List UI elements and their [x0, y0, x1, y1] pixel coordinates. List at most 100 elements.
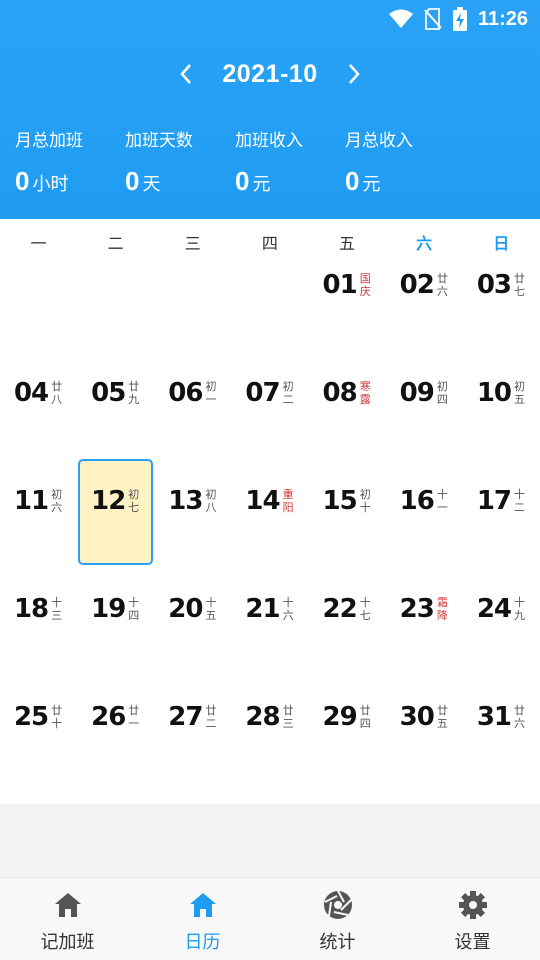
- day-number: 27: [168, 702, 203, 732]
- calendar-day[interactable]: 10 初五: [463, 349, 540, 457]
- stat-label: 月总加班: [15, 131, 83, 151]
- calendar-day[interactable]: 12 初七: [77, 457, 154, 565]
- day-number: 08: [322, 378, 358, 408]
- calendar-day[interactable]: 08 寒露: [309, 349, 386, 457]
- day-lunar-date: 初四: [436, 380, 448, 406]
- calendar-day[interactable]: 24 十九: [463, 565, 540, 673]
- day-number: 29: [322, 702, 358, 732]
- day-lunar-date: 初十: [359, 488, 371, 514]
- day-lunar-date: 初五: [514, 380, 525, 406]
- day-lunar-date: 十四: [128, 596, 140, 622]
- tab-statistics[interactable]: 统计: [270, 878, 405, 960]
- calendar-day[interactable]: 03 廿七: [463, 241, 540, 349]
- stat-unit: 元: [362, 174, 381, 195]
- stat-label: 加班天数: [125, 131, 193, 151]
- day-lunar-date: 廿六: [514, 704, 525, 730]
- calendar-day[interactable]: 21 十六: [231, 565, 308, 673]
- tab-settings[interactable]: 设置: [405, 878, 540, 960]
- month-navigator: 2021-10: [0, 56, 540, 92]
- prev-month-button[interactable]: [168, 56, 204, 92]
- gear-icon: [458, 890, 488, 920]
- day-number: 16: [399, 486, 435, 516]
- chevron-left-icon: [180, 64, 192, 84]
- stat-monthly-overtime: 月总加班 0 小时: [15, 126, 125, 197]
- day-lunar-date: 廿三: [282, 704, 294, 730]
- day-number: 01: [322, 270, 358, 300]
- calendar-day[interactable]: 16 十一: [386, 457, 463, 565]
- day-lunar-date: 廿五: [436, 704, 448, 730]
- home-icon: [53, 890, 83, 920]
- calendar-day[interactable]: 17 十二: [463, 457, 540, 565]
- day-lunar-date: 廿二: [205, 704, 217, 730]
- calendar-day[interactable]: 11 初六: [0, 457, 77, 565]
- day-lunar-date: 廿六: [436, 272, 448, 298]
- stat-unit: 小时: [32, 174, 69, 195]
- day-lunar-date: 初七: [128, 488, 140, 514]
- weekday-wed: 三: [184, 234, 201, 253]
- calendar-day[interactable]: 18 十三: [0, 565, 77, 673]
- battery-charging-icon: [452, 7, 468, 31]
- calendar-day[interactable]: 13 初八: [154, 457, 231, 565]
- stat-value: 0: [15, 166, 30, 196]
- weekday-mon: 一: [30, 234, 47, 253]
- calendar-day[interactable]: 19 十四: [77, 565, 154, 673]
- calendar-day[interactable]: 04 廿八: [0, 349, 77, 457]
- day-lunar-date: 初二: [282, 380, 294, 406]
- calendar-day[interactable]: 05 廿九: [77, 349, 154, 457]
- weekday-thu: 四: [261, 234, 278, 253]
- calendar-day[interactable]: 07 初二: [231, 349, 308, 457]
- calendar-day[interactable]: 20 十五: [154, 565, 231, 673]
- calendar-day[interactable]: 22 十七: [309, 565, 386, 673]
- day-lunar-date: 十六: [282, 596, 294, 622]
- stat-value: 0: [235, 166, 250, 196]
- calendar-day[interactable]: 02 廿六: [386, 241, 463, 349]
- calendar-day[interactable]: 26 廿一: [77, 673, 154, 781]
- day-number: 11: [13, 486, 49, 516]
- day-number: 09: [399, 378, 435, 408]
- header: 11:26 2021-10 月总加班 0 小时 加班天数 0 天 加班收入 0 …: [0, 0, 540, 219]
- tab-label: 记加班: [40, 932, 95, 953]
- day-holiday-label: 寒露: [359, 380, 371, 406]
- day-lunar-date: 十五: [205, 596, 217, 622]
- no-sim-icon: [424, 8, 442, 30]
- month-title[interactable]: 2021-10: [222, 60, 317, 89]
- calendar-day[interactable]: 14 重阳: [231, 457, 308, 565]
- calendar-day[interactable]: 23 霜降: [386, 565, 463, 673]
- day-number: 15: [322, 486, 358, 516]
- calendar-day[interactable]: 27 廿二: [154, 673, 231, 781]
- calendar: 一 二 三 四 五 六 日 01 国庆 02 廿六 03 廿七 04 廿八 05 廿九 06 初一 07…: [0, 219, 540, 804]
- calendar-day[interactable]: 06 初一: [154, 349, 231, 457]
- day-holiday-label: 重阳: [282, 488, 294, 514]
- day-number: 23: [399, 594, 435, 624]
- stat-unit: 天: [142, 174, 161, 195]
- day-number: 30: [399, 702, 435, 732]
- day-number: 19: [91, 594, 126, 624]
- calendar-day[interactable]: 31 廿六: [463, 673, 540, 781]
- day-lunar-date: 初一: [205, 380, 217, 406]
- stat-value: 0: [345, 166, 360, 196]
- day-lunar-date: 廿十: [51, 704, 63, 730]
- day-lunar-date: 初八: [205, 488, 217, 514]
- next-month-button[interactable]: [336, 56, 372, 92]
- day-number: 07: [245, 378, 280, 408]
- day-lunar-date: 十二: [514, 488, 525, 514]
- day-lunar-date: 十七: [359, 596, 371, 622]
- day-number: 10: [476, 378, 512, 408]
- day-number: 04: [13, 378, 49, 408]
- day-number: 20: [168, 594, 203, 624]
- day-number: 21: [245, 594, 280, 624]
- calendar-day[interactable]: 09 初四: [386, 349, 463, 457]
- tab-calendar[interactable]: 日历: [135, 878, 270, 960]
- calendar-day[interactable]: 29 廿四: [309, 673, 386, 781]
- calendar-day[interactable]: 15 初十: [309, 457, 386, 565]
- calendar-day[interactable]: 30 廿五: [386, 673, 463, 781]
- day-number: 24: [476, 594, 512, 624]
- day-lunar-date: 廿九: [128, 380, 140, 406]
- tab-record-overtime[interactable]: 记加班: [0, 878, 135, 960]
- calendar-day[interactable]: 01 国庆: [309, 241, 386, 349]
- day-lunar-date: 廿一: [128, 704, 140, 730]
- stat-overtime-income: 加班收入 0 元: [235, 126, 345, 197]
- calendar-day[interactable]: 25 廿十: [0, 673, 77, 781]
- calendar-day[interactable]: 28 廿三: [231, 673, 308, 781]
- chevron-right-icon: [348, 64, 360, 84]
